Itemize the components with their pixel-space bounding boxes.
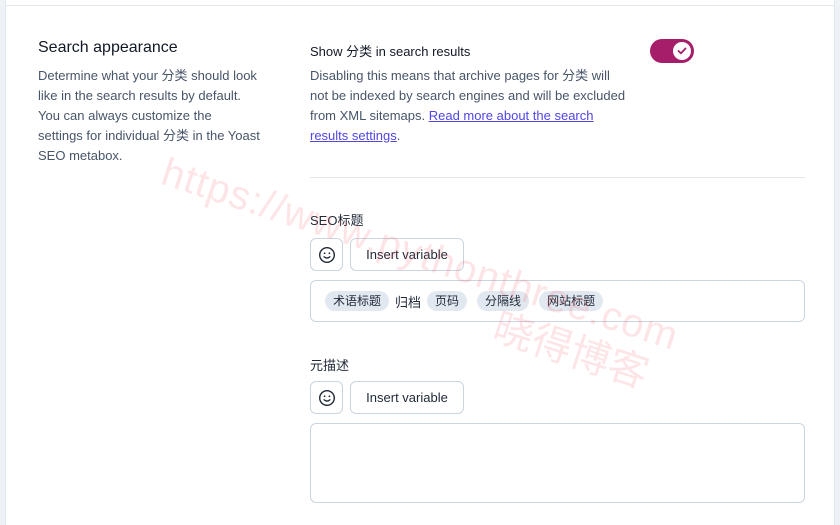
meta-description-label: 元描述 (310, 358, 350, 373)
variable-chip[interactable]: 术语标题 (325, 291, 390, 311)
section-description: Determine what your 分类 should look like … (38, 68, 260, 163)
meta-description-input[interactable] (310, 423, 805, 503)
show-in-search-description: Disabling this means that archive pages … (310, 66, 630, 146)
variable-chip[interactable]: 页码 (427, 291, 468, 311)
check-icon (677, 47, 687, 55)
show-in-search-toggle[interactable] (650, 39, 694, 63)
smiley-icon (318, 246, 335, 263)
scrollbar-track[interactable] (834, 0, 840, 525)
seo-title-insert-variable-button[interactable]: Insert variable (350, 238, 464, 271)
divider (310, 177, 805, 178)
show-in-search-label: Show 分类 in search results (310, 44, 471, 59)
variable-chip[interactable]: 网站标题 (539, 291, 604, 311)
title-text: 归档 (395, 294, 422, 310)
description-trailing: . (396, 128, 401, 143)
seo-title-emoji-button[interactable] (310, 238, 343, 271)
section-title: Search appearance (38, 39, 178, 56)
smiley-icon (318, 389, 335, 406)
meta-description-emoji-button[interactable] (310, 381, 343, 414)
left-edge (0, 0, 6, 525)
variable-chip[interactable]: 分隔线 (477, 291, 530, 311)
meta-description-insert-variable-button[interactable]: Insert variable (350, 381, 464, 414)
seo-title-label: SEO标题 (310, 213, 364, 228)
toggle-knob (673, 42, 691, 60)
top-border (6, 5, 834, 6)
seo-title-input[interactable]: 术语标题 归档 页码 分隔线 网站标题 (310, 280, 805, 322)
